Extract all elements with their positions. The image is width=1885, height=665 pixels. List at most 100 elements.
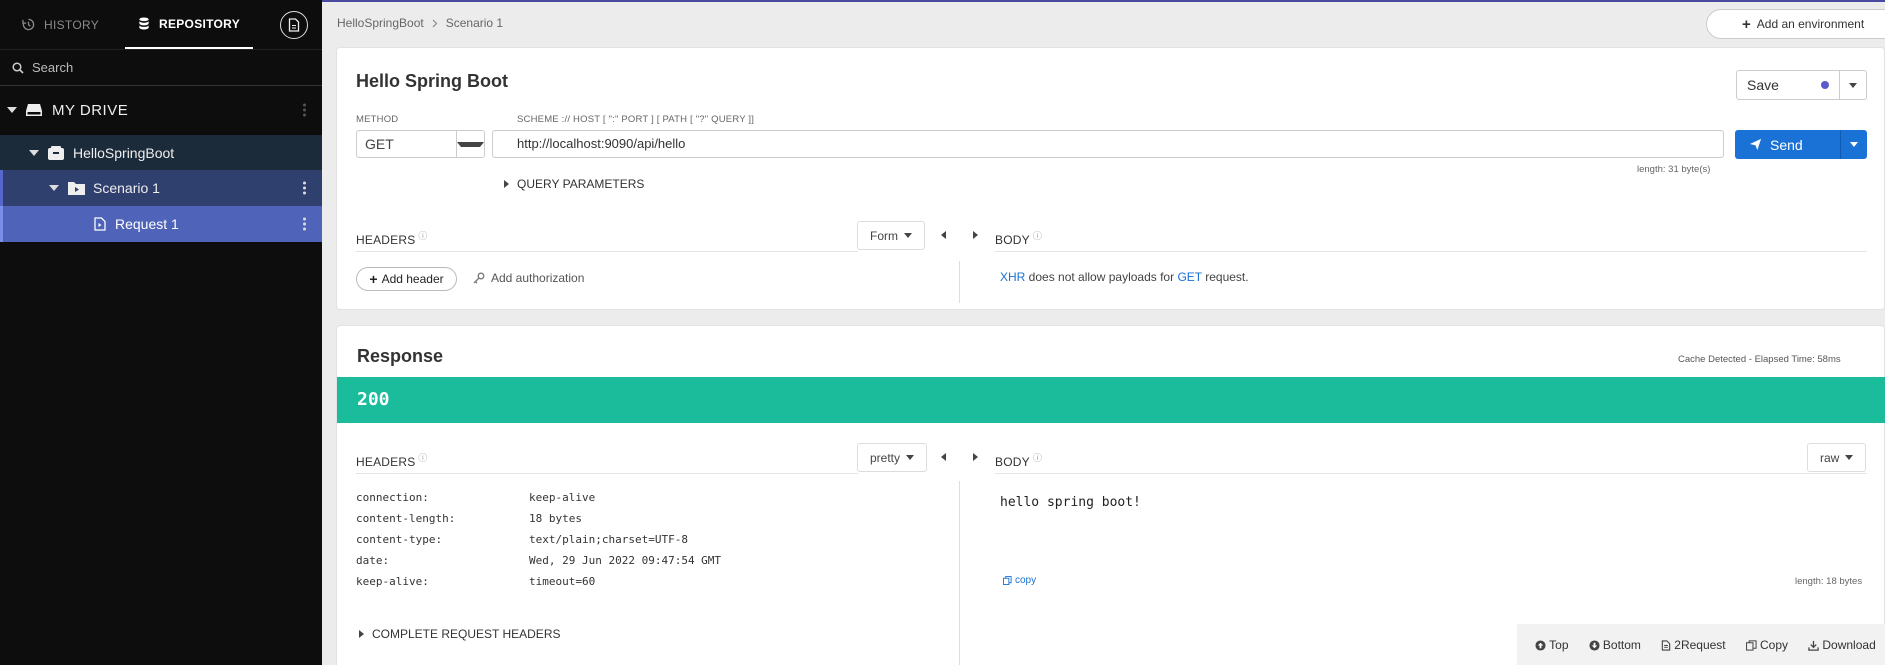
copy-body-link[interactable]: copy bbox=[1003, 575, 1036, 586]
method-select[interactable]: GET bbox=[356, 130, 485, 158]
folder-icon bbox=[68, 182, 85, 195]
plus-icon: + bbox=[369, 271, 378, 287]
response-panel: Response Cache Detected - Elapsed Time: … bbox=[336, 325, 1885, 665]
collapse-left-icon[interactable] bbox=[941, 231, 946, 239]
chevron-down-icon bbox=[1850, 142, 1858, 147]
caret-right-icon bbox=[359, 630, 364, 638]
drive-icon bbox=[26, 104, 42, 116]
send-group: Send bbox=[1735, 130, 1867, 159]
project-icon bbox=[48, 145, 64, 160]
unsaved-indicator-icon bbox=[1821, 81, 1829, 89]
scroll-top-button[interactable]: Top bbox=[1535, 638, 1569, 652]
tree-item-request[interactable]: Request 1 bbox=[0, 206, 322, 242]
headers-view-label: pretty bbox=[870, 450, 901, 465]
method-label: METHOD bbox=[356, 114, 399, 125]
tab-history[interactable]: HISTORY bbox=[22, 0, 99, 49]
new-file-button[interactable] bbox=[280, 11, 308, 39]
chevron-down-icon[interactable] bbox=[49, 185, 59, 191]
search-icon bbox=[12, 61, 24, 74]
add-environment-button[interactable]: + Add an environment bbox=[1706, 9, 1885, 39]
cache-info: Cache Detected - Elapsed Time: 58ms bbox=[1678, 354, 1841, 365]
more-options-icon[interactable] bbox=[303, 103, 306, 117]
send-label: Send bbox=[1770, 136, 1803, 153]
tab-repository-label: REPOSITORY bbox=[158, 16, 241, 31]
headers-view-dropdown[interactable]: pretty bbox=[857, 443, 928, 472]
send-icon bbox=[1749, 138, 1762, 151]
database-icon bbox=[139, 17, 149, 30]
body-view-label: raw bbox=[1820, 450, 1840, 465]
response-body-content: hello spring boot! bbox=[1000, 495, 1141, 510]
breadcrumb-project[interactable]: HelloSpringBoot bbox=[337, 16, 424, 30]
tab-repository[interactable]: REPOSITORY bbox=[125, 0, 253, 49]
url-label: SCHEME :// HOST [ ":" PORT ] [ PATH [ "?… bbox=[517, 114, 755, 125]
to-request-button[interactable]: 2Request bbox=[1661, 638, 1726, 652]
document-icon bbox=[1662, 639, 1671, 651]
send-button[interactable]: Send bbox=[1735, 130, 1840, 159]
more-options-icon[interactable] bbox=[303, 181, 306, 195]
add-environment-label: Add an environment bbox=[1756, 17, 1865, 31]
help-icon[interactable]: ⓘ bbox=[1033, 231, 1042, 241]
plus-icon: + bbox=[1742, 15, 1751, 33]
divider bbox=[356, 251, 858, 252]
tree-item-scenario[interactable]: Scenario 1 bbox=[0, 170, 322, 206]
add-header-label: Add header bbox=[381, 272, 444, 286]
body-view-dropdown[interactable]: raw bbox=[1807, 443, 1867, 472]
breadcrumb: HelloSpringBoot Scenario 1 bbox=[337, 16, 503, 30]
splitter[interactable] bbox=[959, 261, 960, 303]
query-parameters-label: QUERY PARAMETERS bbox=[517, 177, 645, 191]
add-header-button[interactable]: + Add header bbox=[356, 267, 457, 291]
query-parameters-toggle[interactable]: QUERY PARAMETERS bbox=[504, 177, 644, 191]
sidebar: HISTORY REPOSITORY Search MY DRIVE Hello… bbox=[0, 0, 322, 665]
tree-item-project[interactable]: HelloSpringBoot bbox=[0, 135, 322, 170]
body-length: length: 18 bytes bbox=[1795, 576, 1863, 587]
search-input[interactable]: Search bbox=[32, 60, 73, 75]
sidebar-search[interactable]: Search bbox=[0, 49, 322, 86]
headers-mode-dropdown[interactable]: Form bbox=[857, 221, 925, 250]
save-button[interactable]: Save bbox=[1736, 70, 1840, 100]
request-panel: Hello Spring Boot Save METHOD SCHEME ://… bbox=[336, 47, 1885, 310]
more-options-icon[interactable] bbox=[303, 217, 306, 231]
history-icon bbox=[22, 18, 35, 31]
help-icon[interactable]: ⓘ bbox=[418, 453, 427, 463]
collapse-right-icon[interactable] bbox=[973, 231, 978, 239]
divider bbox=[356, 473, 858, 474]
request-file-icon bbox=[94, 217, 106, 231]
complete-request-headers-label: COMPLETE REQUEST HEADERS bbox=[372, 627, 561, 641]
request-title: Hello Spring Boot bbox=[356, 71, 508, 91]
copy-response-button[interactable]: Copy bbox=[1746, 638, 1788, 652]
url-length: length: 31 byte(s) bbox=[1637, 164, 1711, 175]
body-message: XHR does not allow payloads for GET requ… bbox=[1000, 270, 1249, 284]
help-icon[interactable]: ⓘ bbox=[418, 231, 427, 241]
add-authorization-label: Add authorization bbox=[491, 271, 585, 285]
response-actions-bar: Top Bottom 2Request Copy Download bbox=[1517, 624, 1885, 665]
scroll-bottom-button[interactable]: Bottom bbox=[1589, 638, 1641, 652]
method-dropdown-toggle[interactable] bbox=[456, 131, 484, 157]
url-input[interactable]: http://localhost:9090/api/hello bbox=[492, 130, 1724, 158]
breadcrumb-scenario[interactable]: Scenario 1 bbox=[446, 16, 503, 30]
method-value: GET bbox=[365, 136, 394, 152]
add-authorization-button[interactable]: Add authorization bbox=[473, 271, 584, 285]
send-options-button[interactable] bbox=[1840, 130, 1867, 159]
download-icon bbox=[1808, 640, 1820, 651]
save-options-button[interactable] bbox=[1840, 70, 1867, 100]
help-icon[interactable]: ⓘ bbox=[1033, 453, 1042, 463]
tree-item-my-drive[interactable]: MY DRIVE bbox=[0, 92, 322, 128]
download-button[interactable]: Download bbox=[1808, 638, 1876, 652]
copy-icon bbox=[1003, 576, 1012, 585]
method-link[interactable]: GET bbox=[1177, 270, 1201, 284]
chevron-down-icon[interactable] bbox=[29, 149, 39, 156]
chevron-down-icon bbox=[457, 141, 484, 147]
divider bbox=[995, 473, 1867, 474]
tree-item-label: HelloSpringBoot bbox=[73, 144, 175, 161]
xhr-link[interactable]: XHR bbox=[1000, 270, 1025, 284]
save-group: Save bbox=[1736, 70, 1867, 100]
collapse-right-icon[interactable] bbox=[973, 453, 978, 461]
splitter[interactable] bbox=[959, 481, 960, 665]
response-body-label: BODY ⓘ bbox=[995, 453, 1043, 469]
complete-request-headers-toggle[interactable]: COMPLETE REQUEST HEADERS bbox=[359, 627, 560, 641]
caret-right-icon bbox=[504, 180, 509, 188]
tree-item-label: Scenario 1 bbox=[93, 180, 160, 196]
collapse-left-icon[interactable] bbox=[941, 453, 946, 461]
chevron-down-icon bbox=[1845, 455, 1854, 460]
chevron-down-icon[interactable] bbox=[7, 107, 17, 113]
